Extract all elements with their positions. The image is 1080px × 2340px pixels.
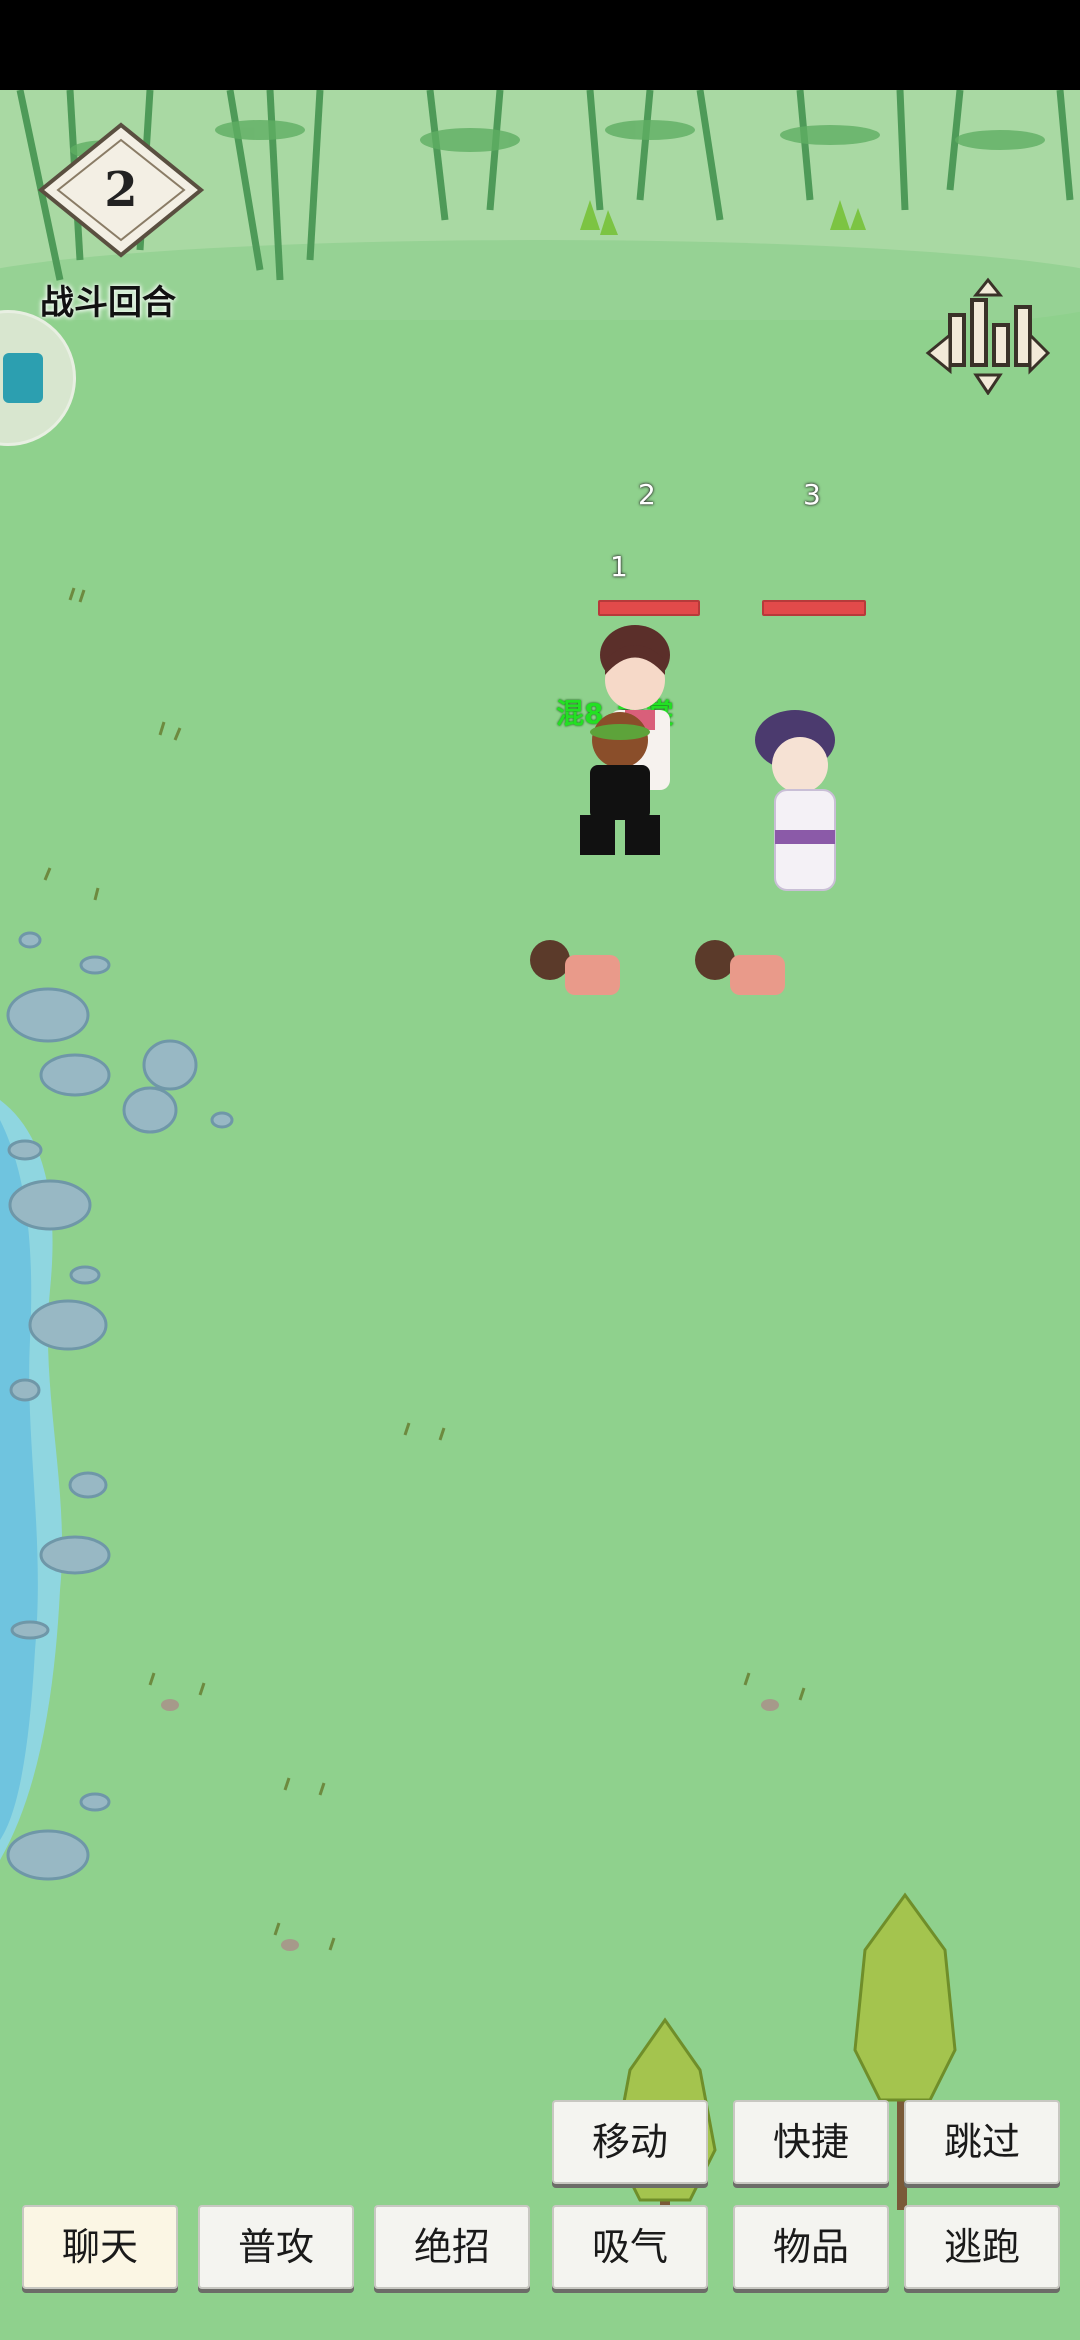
- unit-slot-3: 3: [803, 478, 821, 511]
- round-label: 战斗回合: [40, 283, 176, 323]
- character-female-purple-hair[interactable]: [735, 705, 865, 915]
- status-bar: [0, 0, 1080, 90]
- normal-attack-button[interactable]: 普攻: [198, 2205, 354, 2289]
- chat-button[interactable]: 聊天: [22, 2205, 178, 2289]
- character-male-black-suit[interactable]: [560, 710, 680, 860]
- terrain: [0, 587, 957, 2280]
- hp-bar-unit-3: [762, 600, 866, 616]
- shortcut-button[interactable]: 快捷: [733, 2100, 889, 2184]
- fallen-character-2[interactable]: [690, 930, 800, 1010]
- hp-bar-unit-1: [598, 600, 700, 616]
- round-number: 2: [104, 162, 138, 218]
- ultimate-button[interactable]: 绝招: [374, 2205, 530, 2289]
- breathe-button[interactable]: 吸气: [552, 2205, 708, 2289]
- items-button[interactable]: 物品: [733, 2205, 889, 2289]
- move-button[interactable]: 移动: [552, 2100, 708, 2184]
- battle-field[interactable]: 2 战斗回合 2 3 1 移动 快捷 跳过 聊天 普攻 绝招 吸气 物品 逃跑: [0, 90, 1080, 2340]
- fallen-character-1[interactable]: [525, 930, 635, 1010]
- chat-tab-icon[interactable]: [0, 310, 76, 446]
- skip-button[interactable]: 跳过: [904, 2100, 1060, 2184]
- flee-button[interactable]: 逃跑: [904, 2205, 1060, 2289]
- unit-slot-1: 1: [610, 550, 628, 583]
- stats-chart-icon[interactable]: [920, 275, 1055, 395]
- unit-slot-2: 2: [638, 478, 656, 511]
